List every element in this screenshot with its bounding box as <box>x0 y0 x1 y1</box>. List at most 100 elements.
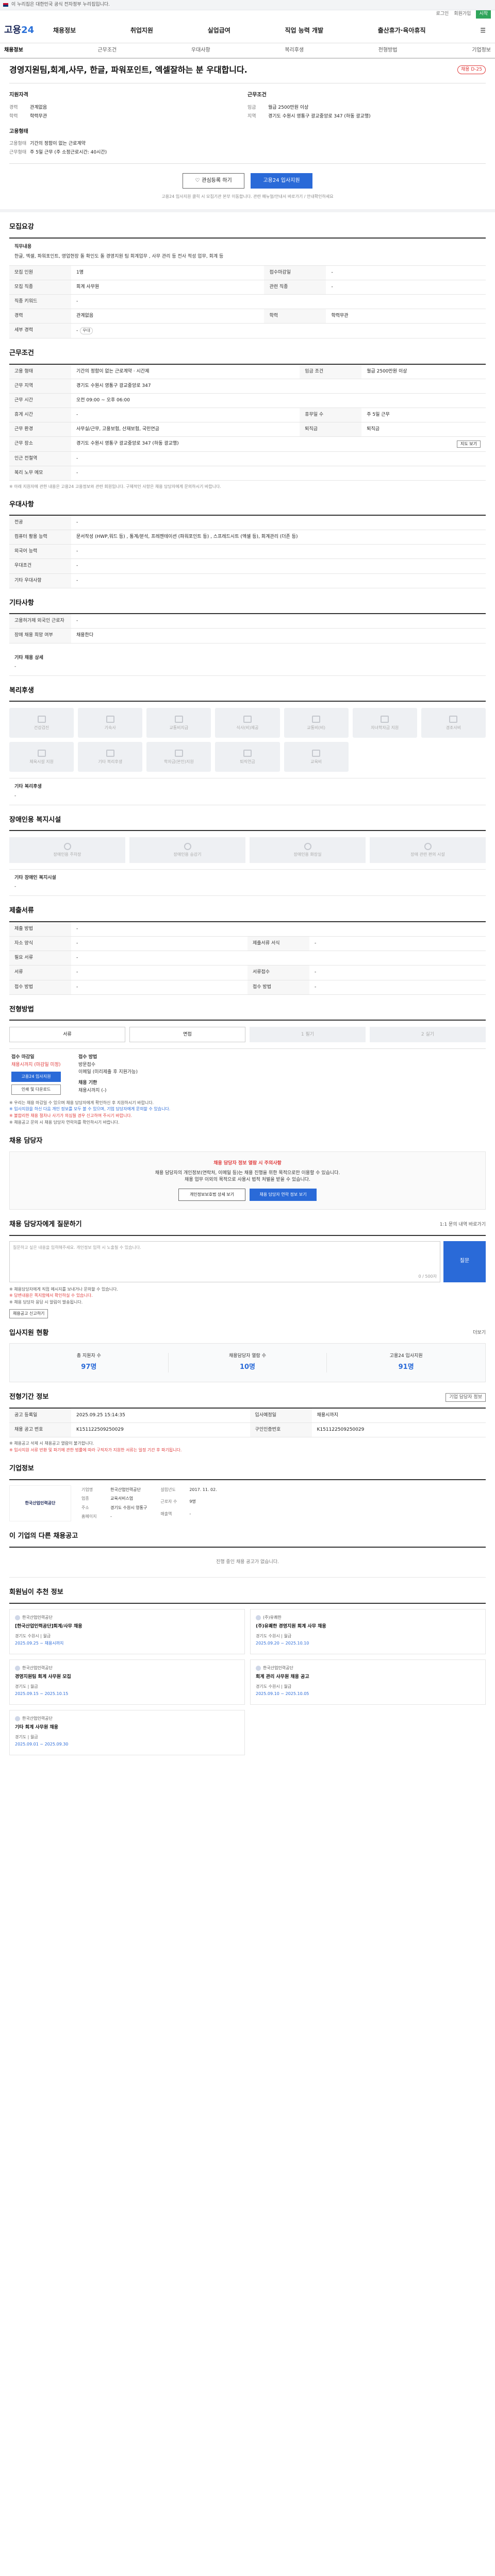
parking-icon <box>63 843 71 851</box>
nav-item-leave[interactable]: 출산휴가·육아휴직 <box>378 26 426 35</box>
recommend-company: 한국산업인력공단 <box>256 1665 480 1671</box>
table-key: 기타 우대사항 <box>9 573 71 588</box>
company-avatar <box>15 1716 20 1721</box>
table-value: - <box>309 980 486 995</box>
report-button[interactable]: 채용공고 신고하기 <box>9 1309 48 1318</box>
dorm-icon <box>106 715 114 723</box>
pension-icon <box>243 749 252 757</box>
page: 이 누리집은 대한민국 공식 전자정부 누리집입니다. 로그인 회원가입 시작 … <box>0 0 495 1771</box>
save-job-button[interactable]: ♡ 관심등록 하기 <box>183 173 244 189</box>
disabled-label: 장애 관련 편의 시설 <box>410 852 445 857</box>
table-value: - <box>71 573 486 588</box>
utility-bar: 로그인 회원가입 시작 <box>0 10 495 19</box>
tab-company[interactable]: 기업정보 <box>472 47 491 55</box>
nav-item-unemployment[interactable]: 실업급여 <box>208 26 230 35</box>
nav-item-support[interactable]: 취업지원 <box>130 26 153 35</box>
menu-icon[interactable]: ☰ <box>480 26 486 35</box>
nav-item-jobs[interactable]: 채용정보 <box>53 26 76 35</box>
contact-warning-line: 채용 담당자의 개인정보(연락처, 이메일 등)는 채용 진행을 위한 목적으로… <box>155 1170 340 1176</box>
view-contact-button[interactable]: 채용 담당자 연락 정보 보기 <box>250 1188 317 1201</box>
table-value: - <box>71 544 486 560</box>
disabled-item: 장애 관련 편의 시설 <box>370 837 486 863</box>
table-key: 휴게 시간 <box>9 408 71 423</box>
tab-prefer[interactable]: 우대사항 <box>191 47 210 55</box>
main-nav: 채용정보 취업지원 실업급여 직업 능력 개발 출산휴가·육아휴직 ☰ <box>53 26 491 35</box>
question-placeholder: 질문하고 싶은 내용을 입력해주세요. 개인정보 입력 시 노출될 수 있습니다… <box>13 1245 141 1250</box>
stats-more-link[interactable]: 더보기 <box>473 1330 486 1336</box>
question-textarea[interactable]: 질문하고 싶은 내용을 입력해주세요. 개인정보 입력 시 노출될 수 있습니다… <box>9 1241 440 1282</box>
summary-key: 학력 <box>9 113 18 119</box>
job-description: 직무내용 한글, 엑셀, 파워포인트, 영업현장 돌 확인도 돌 경영지원 팀 … <box>9 237 486 266</box>
table-row: 공고 등록일 2025.09.25 15:14:35 입사예정일 채용시까지 <box>9 1408 486 1423</box>
map-button[interactable]: 지도 보기 <box>457 440 481 448</box>
table-key: 홈페이지 <box>81 1514 97 1519</box>
print-button[interactable]: 인쇄 및 다운로드 <box>11 1084 61 1095</box>
table-key: 세부 경력 <box>9 323 71 339</box>
welfare-item: 자녀학자금 지원 <box>352 708 417 738</box>
manager-info-button[interactable]: 기업 담당자 정보 <box>446 1393 486 1402</box>
recommend-card[interactable]: 한국산업인력공단 [한국산업인력공단]회계/사무 채용 경기도 수원시 | 월급… <box>9 1608 245 1654</box>
table-key: 접수마감일 <box>264 265 326 280</box>
bus-icon <box>174 715 183 723</box>
gift-icon <box>449 715 458 723</box>
method-value: 방문접수 <box>78 1062 96 1068</box>
submit-question-button[interactable]: 질문 <box>443 1241 486 1282</box>
inquiry-history-link[interactable]: 1:1 문의 내역 바로가기 <box>440 1222 486 1228</box>
login-link[interactable]: 로그인 <box>436 11 449 18</box>
recommend-card[interactable]: 한국산업인력공단 기타 회계 사무원 채용 경기도 | 월급 2025.09.0… <box>9 1709 245 1755</box>
section-title: 장애인용 복지시설 <box>9 816 61 824</box>
recommend-meta: 경기도 | 월급 <box>15 1684 38 1689</box>
privacy-detail-button[interactable]: 개인정보보호법 상세 보기 <box>178 1188 245 1201</box>
table-row: 우대조건 - <box>9 558 486 574</box>
stat-label: 총 지원자 수 <box>76 1353 101 1359</box>
join-link[interactable]: 회원가입 <box>454 11 471 18</box>
tab-recruit[interactable]: 채용정보 <box>4 47 23 55</box>
company-table-right: 설립년도 2017. 11. 02. 근로자 수 9명 매출액 - <box>157 1485 220 1521</box>
note-line: ※ 답변내용은 쪽지함에서 확인하실 수 있습니다. <box>9 1293 93 1298</box>
table-key: 채용 공고 번호 <box>9 1422 71 1438</box>
table-key: 주소 <box>81 1505 89 1510</box>
welfare-grid: 건강검진 기숙사 교통비지급 식사(비)제공 교통비(비) 자녀학자금 지원 경… <box>9 701 486 772</box>
nav-item-training[interactable]: 직업 능력 개발 <box>285 26 323 35</box>
disabled-detail-label: 기타 장애인 복지시설 <box>14 875 56 881</box>
deadline-value: 채용시까지 (마감일 미정) <box>11 1062 61 1068</box>
table-row: 채용 공고 번호 K151122509250029 구인인증번호 K151122509… <box>9 1422 486 1438</box>
table-key: 설립년도 <box>160 1487 176 1492</box>
apply-button[interactable]: 고용24 입사지원 <box>251 173 312 189</box>
recruit-section: 모집요강 직무내용 한글, 엑셀, 파워포인트, 영업현장 돌 확인도 돌 경영… <box>0 223 495 339</box>
summary-left: 지원자격 경력 관계없음 학력 학력무관 고용형태 고용형태 기간의 정함이 없는 근… <box>9 91 248 158</box>
table-key: 근로자 수 <box>160 1499 177 1504</box>
table-key: 모집 인원 <box>9 265 71 280</box>
stat-item: 총 지원자 수 97명 <box>10 1353 169 1373</box>
table-value: 채용한다 <box>71 628 486 643</box>
table-value: 한국산업인력공단 <box>110 1487 141 1492</box>
ask-section: 채용 담당자에게 질문하기 1:1 문의 내역 바로가기 질문하고 싶은 내용을 … <box>0 1220 495 1318</box>
logo-main: 고용 <box>4 25 22 36</box>
recommend-card[interactable]: 한국산업인력공단 회계 관리 사무원 채용 공고 경기도 수원시 | 월급 20… <box>250 1659 486 1705</box>
start-button[interactable]: 시작 <box>476 10 491 19</box>
process-steps: 서류 면접 1 필기 2 실기 <box>9 1020 486 1043</box>
table-key: 제출 방법 <box>9 922 71 937</box>
table-value: 채용시까지 <box>311 1408 486 1423</box>
table-row: 근로자 수 9명 <box>157 1497 220 1509</box>
recommend-date: 2025.09.25 ~ 채용시까지 <box>15 1640 64 1646</box>
job-description-label: 직무내용 <box>14 244 32 249</box>
recommend-card[interactable]: (주)유쾌한 (주)유쾌한 경영지원 회계 사무 채용 경기도 수원시 | 월급… <box>250 1608 486 1654</box>
recommend-card[interactable]: 한국산업인력공단 경영지원팀 회계 사무원 모집 경기도 | 월급 2025.0… <box>9 1659 245 1705</box>
summary-value: 기간의 정함이 없는 근로계약 <box>30 141 86 147</box>
table-value: 학력무관 <box>326 309 486 324</box>
table-value: - <box>71 451 486 466</box>
tab-welfare[interactable]: 복리후생 <box>285 47 304 55</box>
job-summary: 지원자격 경력 관계없음 학력 학력무관 고용형태 고용형태 기간의 정함이 없는 근… <box>9 83 486 164</box>
site-logo[interactable]: 고용24 <box>4 24 53 37</box>
table-value: - <box>71 294 486 310</box>
elevator-icon <box>184 843 191 851</box>
table-key: 고용허가제 외국인 근로자 <box>9 614 71 629</box>
table-value: 관계없음 <box>71 309 265 324</box>
apply-online-button[interactable]: 고용24 입사지원 <box>11 1071 61 1082</box>
welfare-label: 식사(비)제공 <box>236 725 259 730</box>
process-step: 2 실기 <box>370 1027 486 1043</box>
table-value: 문서작성 (HWP,워드 등) , 통계/분석, 프레젠테이션 (파워포인트 등… <box>71 530 486 545</box>
tab-work[interactable]: 근무조건 <box>97 47 117 55</box>
tab-process[interactable]: 전형방법 <box>378 47 398 55</box>
